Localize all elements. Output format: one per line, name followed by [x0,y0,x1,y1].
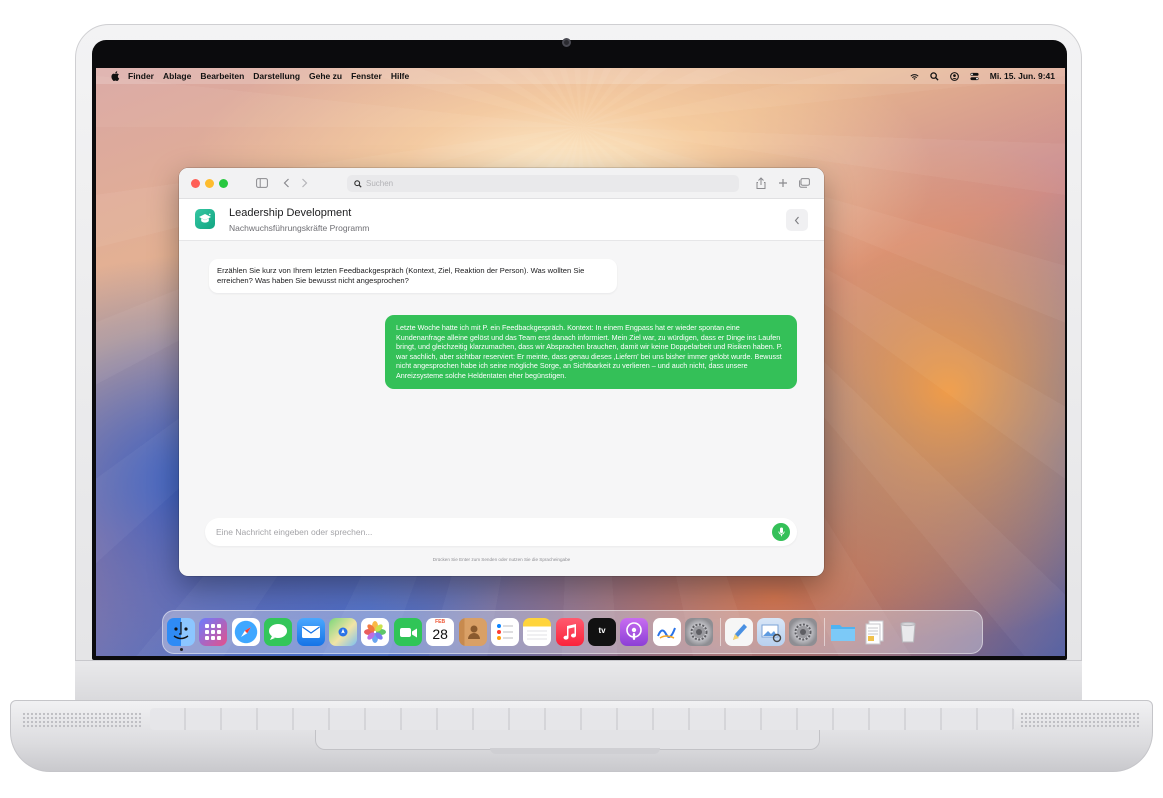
back-nav-icon[interactable] [279,176,293,190]
dock-contacts-icon[interactable] [458,618,487,646]
control-center-icon[interactable] [970,72,979,81]
dock-notes-icon[interactable] [523,618,552,646]
menu-darstellung[interactable]: Darstellung [253,71,300,81]
app-header: Leadership Development Nachwuchsführungs… [179,199,824,241]
address-bar[interactable] [347,175,739,192]
camera-icon [562,38,571,47]
menu-fenster[interactable]: Fenster [351,71,382,81]
menu-bearbeiten[interactable]: Bearbeiten [200,71,244,81]
dock-separator [823,618,825,646]
dock-launchpad-icon[interactable] [199,618,228,646]
dock-podcasts-icon[interactable] [620,618,649,646]
app-title: Leadership Development [229,207,352,219]
menu-finder[interactable]: Finder [128,71,154,81]
chevron-left-icon [794,216,799,224]
microphone-button[interactable] [772,523,790,541]
wifi-icon[interactable] [910,72,919,81]
dock-documents-icon[interactable] [861,618,889,646]
search-icon[interactable] [930,71,939,81]
laptop: Finder Ablage Bearbeiten Darstellung Geh… [0,0,1163,798]
lid-lip [490,748,660,754]
dock-system-settings-icon[interactable] [685,618,714,646]
assistant-message: Erzählen Sie kurz von Ihrem letzten Feed… [209,259,617,293]
back-button[interactable] [786,209,808,231]
keyboard [150,708,1015,730]
search-icon [354,179,362,188]
status-area: Mi. 15. Jun. 9:41 [910,68,1055,84]
dock-calendar-icon[interactable]: FEB 28 [426,618,455,646]
input-hint: Drücken Sie Enter zum Senden oder nutzen… [432,557,571,562]
desktop: Finder Ablage Bearbeiten Darstellung Geh… [96,68,1065,656]
user-message: Letzte Woche hatte ich mit P. ein Feedba… [385,315,797,389]
speaker-right [1020,712,1140,728]
running-indicator [180,648,183,651]
browser-window: Leadership Development Nachwuchsführungs… [179,168,824,576]
graduation-cap-icon [195,209,215,229]
dock-system-settings-2-icon[interactable] [789,618,818,646]
dock: FEB 28 tv [162,610,983,654]
tab-overview-icon[interactable] [797,176,811,190]
dock-messages-icon[interactable] [264,618,293,646]
dock-finder-icon[interactable] [167,618,195,651]
speaker-left [22,712,142,728]
dock-preview-icon[interactable] [757,618,786,646]
dock-separator [719,618,721,646]
user-icon[interactable] [949,71,959,81]
sidebar-toggle-icon[interactable] [255,176,269,190]
microphone-icon [777,527,785,537]
menu-gehe-zu[interactable]: Gehe zu [309,71,342,81]
new-tab-icon[interactable] [776,176,790,190]
dock-mail-icon[interactable] [296,618,325,646]
dock-tv-icon[interactable]: tv [588,618,617,646]
dock-maps-icon[interactable] [328,618,357,646]
dock-safari-icon[interactable] [231,618,260,646]
forward-nav-icon[interactable] [297,176,311,190]
minimize-window-button[interactable] [205,179,214,188]
tv-label: tv [598,626,606,635]
close-window-button[interactable] [191,179,200,188]
dock-music-icon[interactable] [555,618,584,646]
zoom-window-button[interactable] [219,179,228,188]
dock-photos-icon[interactable] [361,618,390,646]
message-input[interactable] [216,527,756,537]
menu-ablage[interactable]: Ablage [163,71,191,81]
laptop-chin [75,660,1082,704]
app-subtitle: Nachwuchsführungskräfte Programm [229,223,370,233]
message-composer [205,518,797,546]
menu-clock[interactable]: Mi. 15. Jun. 9:41 [990,71,1055,81]
chat-thread: Erzählen Sie kurz von Ihrem letzten Feed… [179,241,824,503]
calendar-day: 28 [432,626,448,642]
window-toolbar [179,168,824,199]
dock-trash-icon[interactable] [894,618,922,646]
apple-icon[interactable] [110,71,120,81]
calendar-month: FEB [435,619,446,625]
dock-facetime-icon[interactable] [393,618,422,646]
dock-folder-icon[interactable] [829,618,857,646]
share-icon[interactable] [754,176,768,190]
menu-bar: Finder Ablage Bearbeiten Darstellung Geh… [96,68,1065,84]
menu-hilfe[interactable]: Hilfe [391,71,409,81]
trackpad [315,730,820,750]
dock-textedit-icon[interactable] [724,618,753,646]
dock-reminders-icon[interactable] [490,618,519,646]
dock-freeform-icon[interactable] [652,618,681,646]
address-input[interactable] [366,179,726,188]
